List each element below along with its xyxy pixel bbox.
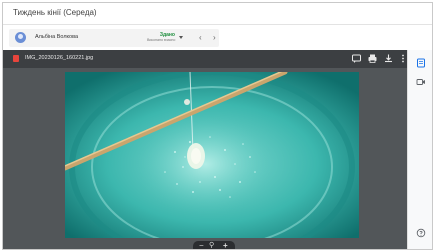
viewer-toolbar: IMG_20230126_160221.jpg — [3, 50, 407, 68]
avatar — [15, 32, 26, 43]
help-icon[interactable] — [416, 228, 426, 238]
attachment-image — [65, 72, 359, 238]
zoom-controls: − ⚲ + — [193, 241, 235, 249]
zoom-out-button[interactable]: − — [199, 241, 204, 249]
status-detail: Виконано вчасно — [147, 38, 176, 42]
zoom-icon[interactable]: ⚲ — [209, 241, 214, 249]
sender-name: Альбіна Волкова — [35, 34, 79, 40]
comment-icon[interactable] — [351, 53, 362, 64]
meet-icon[interactable] — [416, 77, 426, 87]
submission-status: Здано Виконано вчасно — [147, 32, 175, 43]
next-button[interactable]: › — [213, 33, 216, 42]
chevron-down-icon[interactable] — [179, 36, 183, 39]
title-bar: Тиждень кінії (Середа) — [3, 3, 432, 25]
print-icon[interactable] — [367, 53, 378, 64]
app-window: Тиждень кінії (Середа) Альбіна Волкова З… — [2, 2, 433, 250]
zoom-in-button[interactable]: + — [223, 241, 228, 249]
side-panel — [407, 50, 432, 249]
download-icon[interactable] — [383, 53, 394, 64]
file-viewer: IMG_20230126_160221.jpg − ⚲ + — [3, 50, 407, 249]
details-icon[interactable] — [416, 58, 426, 68]
image-file-icon — [13, 55, 19, 62]
email-sender-bar[interactable]: Альбіна Волкова Здано Виконано вчасно ‹ … — [9, 29, 219, 47]
previous-button[interactable]: ‹ — [199, 33, 202, 42]
window-title: Тиждень кінії (Середа) — [13, 8, 97, 17]
file-name: IMG_20230126_160221.jpg — [25, 55, 94, 61]
